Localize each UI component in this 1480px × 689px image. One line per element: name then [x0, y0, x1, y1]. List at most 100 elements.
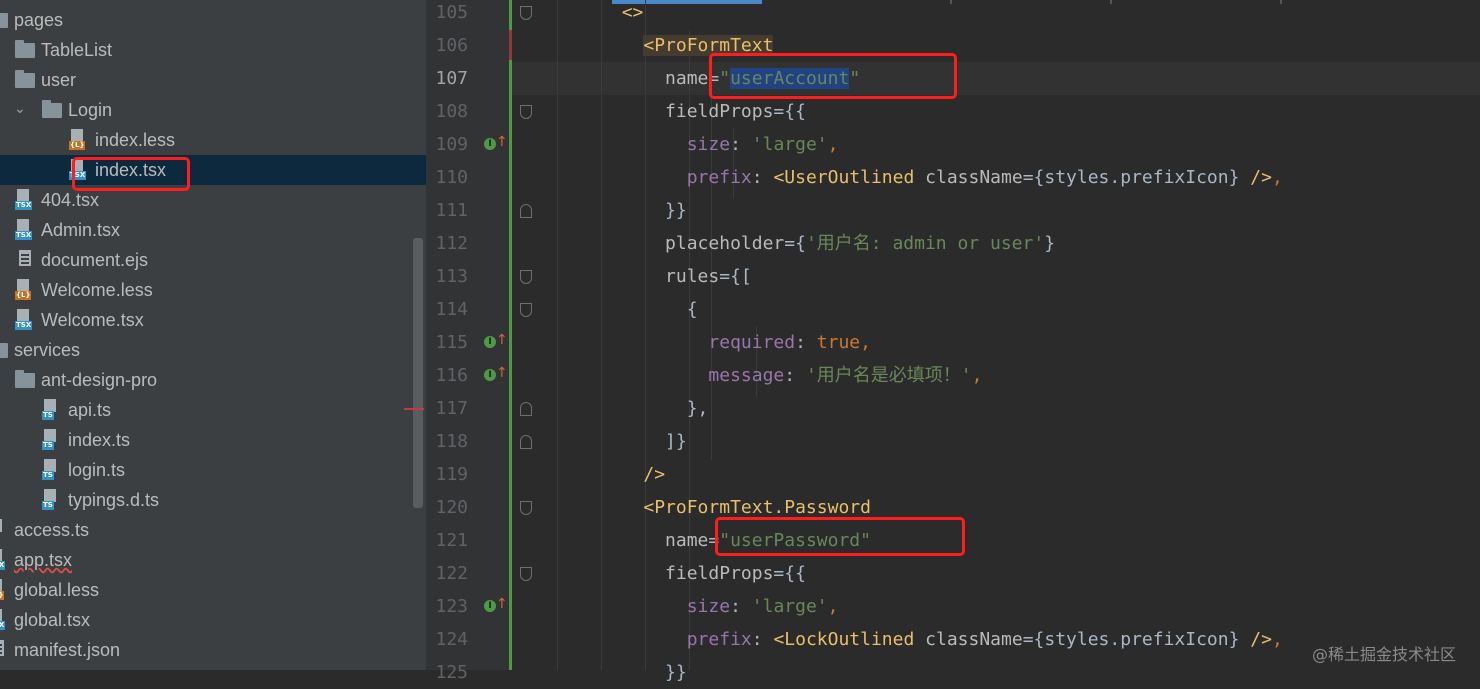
tree-item-label: TableList	[41, 40, 113, 60]
document-file-icon	[19, 250, 31, 266]
code-token: 'large'	[751, 134, 828, 155]
less-file-icon: {L}	[15, 279, 32, 300]
tree-item-welcome-less[interactable]: {L} Welcome.less	[0, 275, 426, 305]
tree-item-api-ts[interactable]: TS api.ts	[0, 395, 426, 425]
code-token: 'large'	[751, 596, 828, 617]
code-token: {	[686, 299, 698, 320]
fold-open-icon[interactable]	[520, 270, 532, 284]
tree-item-login-ts[interactable]: TS login.ts	[0, 455, 426, 485]
tree-item-document-ejs[interactable]: document.ejs	[0, 245, 426, 275]
implements-marker-icon[interactable]: I ↑	[484, 365, 508, 389]
code-token: :	[751, 167, 774, 188]
code-token: fieldProps	[665, 101, 774, 122]
code-line[interactable]: {	[535, 293, 698, 326]
code-token: ,	[860, 332, 871, 353]
fold-open-icon[interactable]	[520, 567, 532, 581]
code-line[interactable]: message: '用户名是必填项！',	[535, 359, 982, 392]
tree-scrollbar[interactable]	[413, 238, 423, 508]
fold-open-icon[interactable]	[520, 6, 532, 20]
implements-marker-icon[interactable]: I ↑	[484, 134, 508, 158]
code-line[interactable]: }}	[535, 656, 687, 689]
code-line[interactable]: size: 'large',	[535, 128, 839, 161]
tree-item-label: services	[14, 340, 81, 360]
tree-error-marker	[404, 408, 424, 410]
tree-item-index-tsx[interactable]: TSX index.tsx	[0, 155, 426, 185]
code-token: :	[751, 629, 774, 650]
ts-file-icon: TS	[0, 519, 4, 540]
line-number: 123	[435, 596, 468, 617]
code-line[interactable]: fieldProps={{	[535, 95, 806, 128]
line-number: 110	[435, 167, 468, 188]
tree-item-label: Welcome.less	[41, 280, 153, 300]
tree-item-index-less[interactable]: {L} index.less	[0, 125, 426, 155]
code-line[interactable]: <>	[535, 0, 644, 29]
tree-item-ant-design-pro[interactable]: ant-design-pro	[0, 365, 426, 395]
tree-item-admin-tsx[interactable]: TSX Admin.tsx	[0, 215, 426, 245]
code-line[interactable]: required: true,	[535, 326, 871, 359]
code-token: <UserOutlined	[773, 167, 915, 188]
fold-close-icon[interactable]	[520, 204, 532, 218]
tree-item-app-tsx[interactable]: TSX app.tsx	[0, 545, 426, 575]
code-line[interactable]: ]}	[535, 425, 687, 458]
line-number: 105	[435, 2, 468, 23]
code-token: name	[665, 68, 709, 89]
code-token: <ProFormText.Password	[643, 497, 871, 518]
code-token: rules	[665, 266, 720, 287]
implements-marker-icon[interactable]: I ↑	[484, 332, 508, 356]
code-token: prefix	[686, 167, 752, 188]
tree-item-tablelist[interactable]: TableList	[0, 35, 426, 65]
line-number: 111	[435, 200, 468, 221]
code-line[interactable]: prefix: <LockOutlined className={styles.…	[535, 623, 1283, 656]
highlight-box-user-account	[709, 53, 957, 99]
code-token: '用户名是必填项！'	[805, 365, 972, 386]
tree-item-user[interactable]: user	[0, 65, 426, 95]
code-line[interactable]: }}	[535, 194, 687, 227]
tree-item-typings-d-ts[interactable]: TS typings.d.ts	[0, 485, 426, 515]
fold-open-icon[interactable]	[520, 105, 532, 119]
vcs-modified-marker	[509, 30, 512, 60]
code-line[interactable]: placeholder={'用户名: admin or user'}	[535, 227, 1055, 260]
code-line[interactable]: rules={[	[535, 260, 752, 293]
folder-icon	[15, 70, 35, 88]
implements-marker-icon[interactable]: I ↑	[484, 596, 508, 620]
tree-item-manifest-json[interactable]: manifest.json	[0, 635, 426, 665]
tree-item-welcome-tsx[interactable]: TSX Welcome.tsx	[0, 305, 426, 335]
fold-open-icon[interactable]	[520, 303, 532, 317]
fold-close-icon[interactable]	[520, 402, 532, 416]
ts-file-icon: TS	[42, 399, 58, 420]
tree-item-global-tsx[interactable]: TSX global.tsx	[0, 605, 426, 635]
code-line[interactable]: prefix: <UserOutlined className={styles.…	[535, 161, 1283, 194]
code-token: />	[1250, 167, 1272, 188]
code-line[interactable]: size: 'large',	[535, 590, 839, 623]
code-token: }}	[665, 200, 687, 221]
watermark: @稀土掘金技术社区	[1312, 645, 1457, 664]
code-token: ={{	[773, 101, 806, 122]
chevron-down-icon[interactable]: ⌄	[14, 101, 26, 117]
tree-item-services[interactable]: services	[0, 335, 426, 365]
tree-item-global-less[interactable]: {L} global.less	[0, 575, 426, 605]
tree-item-404-tsx[interactable]: TSX 404.tsx	[0, 185, 426, 215]
code-token: size	[686, 134, 731, 155]
tree-item-index-ts[interactable]: TS index.ts	[0, 425, 426, 455]
vcs-change-bar	[509, 0, 512, 670]
code-line[interactable]: fieldProps={{	[535, 557, 806, 590]
fold-close-icon[interactable]	[520, 435, 532, 449]
code-token: />	[643, 464, 666, 485]
tree-item-pages[interactable]: pages	[0, 5, 426, 35]
code-token: ,	[1271, 629, 1283, 650]
code-line[interactable]: />	[535, 458, 665, 491]
line-number: 117	[435, 398, 468, 419]
code-line[interactable]: },	[535, 392, 709, 425]
tree-item-login[interactable]: ⌄ Login	[0, 95, 426, 125]
tree-item-access-ts[interactable]: TS access.ts	[0, 515, 426, 545]
line-number: 120	[435, 497, 468, 518]
fold-open-icon[interactable]	[520, 501, 532, 515]
code-token: true	[816, 332, 861, 353]
